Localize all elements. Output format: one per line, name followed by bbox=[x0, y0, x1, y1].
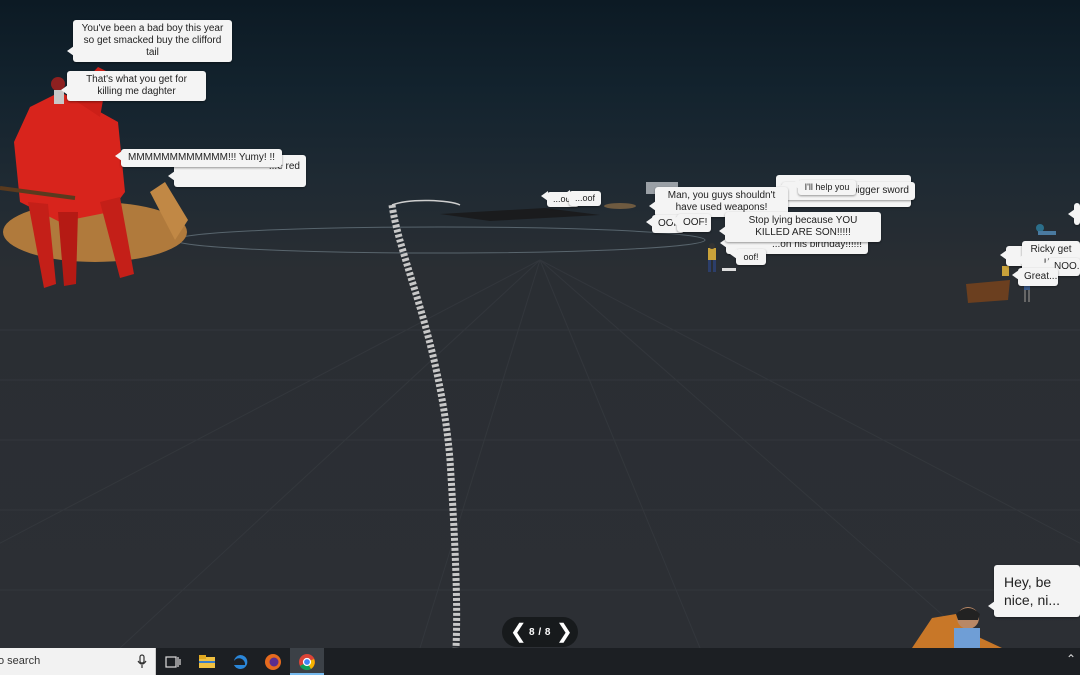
taskbar-search-input[interactable]: o search bbox=[0, 648, 156, 675]
speech-bubble: ...oof bbox=[563, 190, 601, 206]
chrome-icon[interactable] bbox=[290, 648, 324, 675]
microphone-icon[interactable] bbox=[137, 654, 147, 669]
firefox-icon[interactable] bbox=[256, 648, 290, 675]
speech-bubble: That's what you get for killing me daght… bbox=[61, 71, 206, 101]
speech-bubble: oof! bbox=[730, 249, 766, 265]
chevron-up-icon[interactable]: ⌃ bbox=[1066, 652, 1076, 666]
file-explorer-icon[interactable] bbox=[190, 648, 224, 675]
speech-bubble: Hey, be nice, ni... bbox=[988, 565, 1080, 617]
windows-taskbar: o search ⌃ bbox=[0, 648, 1080, 675]
speech-bubble: I'll help you bbox=[792, 179, 856, 195]
speech-bubble: You've been a bad boy this year so get s… bbox=[67, 20, 232, 62]
3d-scene-viewport[interactable]: You've been a bad boy this year so get s… bbox=[0, 0, 1080, 648]
edge-icon[interactable] bbox=[223, 648, 257, 675]
speech-bubble: Stop lying because YOU KILLED ARE SON!!!… bbox=[719, 212, 881, 242]
speech-bubble: Great... bbox=[1012, 268, 1058, 286]
speech-bubble bbox=[1068, 203, 1080, 225]
slide-pager: ❮ 8 / 8 ❯ bbox=[502, 617, 578, 647]
chevron-right-icon[interactable]: ❯ bbox=[556, 622, 573, 642]
speech-bubble: OOF! bbox=[671, 214, 711, 232]
task-view-icon[interactable] bbox=[156, 648, 190, 675]
character-figure bbox=[1036, 224, 1056, 235]
speech-bubble: MMMMMMMMMMMM!!! Yumy! !! bbox=[115, 149, 282, 167]
slide-counter: 8 / 8 bbox=[529, 626, 551, 638]
search-placeholder: o search bbox=[0, 655, 41, 667]
chevron-left-icon[interactable]: ❮ bbox=[510, 622, 527, 642]
